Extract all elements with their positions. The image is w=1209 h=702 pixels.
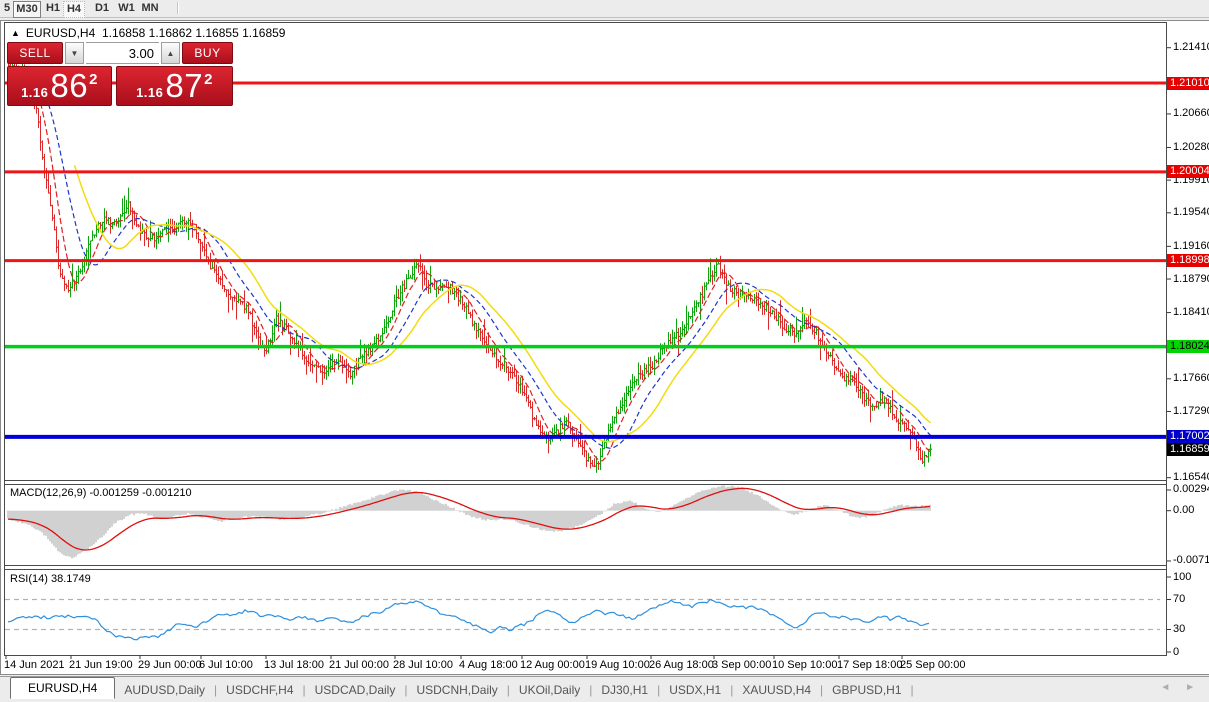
sell-price-main: 1.16 [21, 85, 48, 100]
sell-price-point: 2 [89, 71, 98, 88]
sell-price-pips: 86 [50, 67, 88, 105]
chart-tab-usdx-h1[interactable]: USDX,H1 [660, 679, 730, 701]
chart-tab-usdcnh-daily[interactable]: USDCNH,Daily [407, 679, 506, 701]
chart-tab-xauusd-h4[interactable]: XAUUSD,H4 [733, 679, 820, 701]
buy-price-display[interactable]: 1.16 87 2 [116, 66, 233, 106]
chart-tab-dj30-h1[interactable]: DJ30,H1 [592, 679, 657, 701]
chart-tab-eurusd-h4[interactable]: EURUSD,H4 [10, 677, 115, 699]
buy-price-pips: 87 [165, 67, 203, 105]
one-click-trading-panel: SELL ▼ 3.00 ▲ BUY 1.16 86 2 1.16 87 2 [7, 42, 233, 106]
buy-price-point: 2 [204, 71, 213, 88]
sell-price-display[interactable]: 1.16 86 2 [7, 66, 112, 106]
chart-tab-usdchf-h4[interactable]: USDCHF,H4 [217, 679, 302, 701]
sell-button[interactable]: SELL [7, 42, 63, 64]
trading-platform-window: 5M30H1H4D1W1MN ▲EURUSD,H4 1.16858 1.1686… [0, 0, 1209, 702]
volume-increase-button[interactable]: ▲ [161, 42, 180, 64]
volume-decrease-button[interactable]: ▼ [65, 42, 84, 64]
chart-tab-gbpusd-h1[interactable]: GBPUSD,H1 [823, 679, 910, 701]
chart-tab-ukoil-daily[interactable]: UKOil,Daily [510, 679, 589, 701]
tab-scroll-arrows-icon[interactable]: ◄ ► [1160, 682, 1201, 693]
symbol-tab-bar: EURUSD,H4AUDUSD,Daily|USDCHF,H4|USDCAD,D… [0, 676, 1209, 702]
chart-tab-audusd-daily[interactable]: AUDUSD,Daily [115, 679, 214, 701]
tab-separator: | [911, 683, 914, 697]
symbol-tabs: EURUSD,H4AUDUSD,Daily|USDCHF,H4|USDCAD,D… [0, 679, 914, 701]
buy-price-main: 1.16 [136, 85, 163, 100]
volume-input[interactable]: 3.00 [86, 42, 159, 64]
chart-tab-usdcad-daily[interactable]: USDCAD,Daily [306, 679, 405, 701]
buy-button[interactable]: BUY [182, 42, 233, 64]
